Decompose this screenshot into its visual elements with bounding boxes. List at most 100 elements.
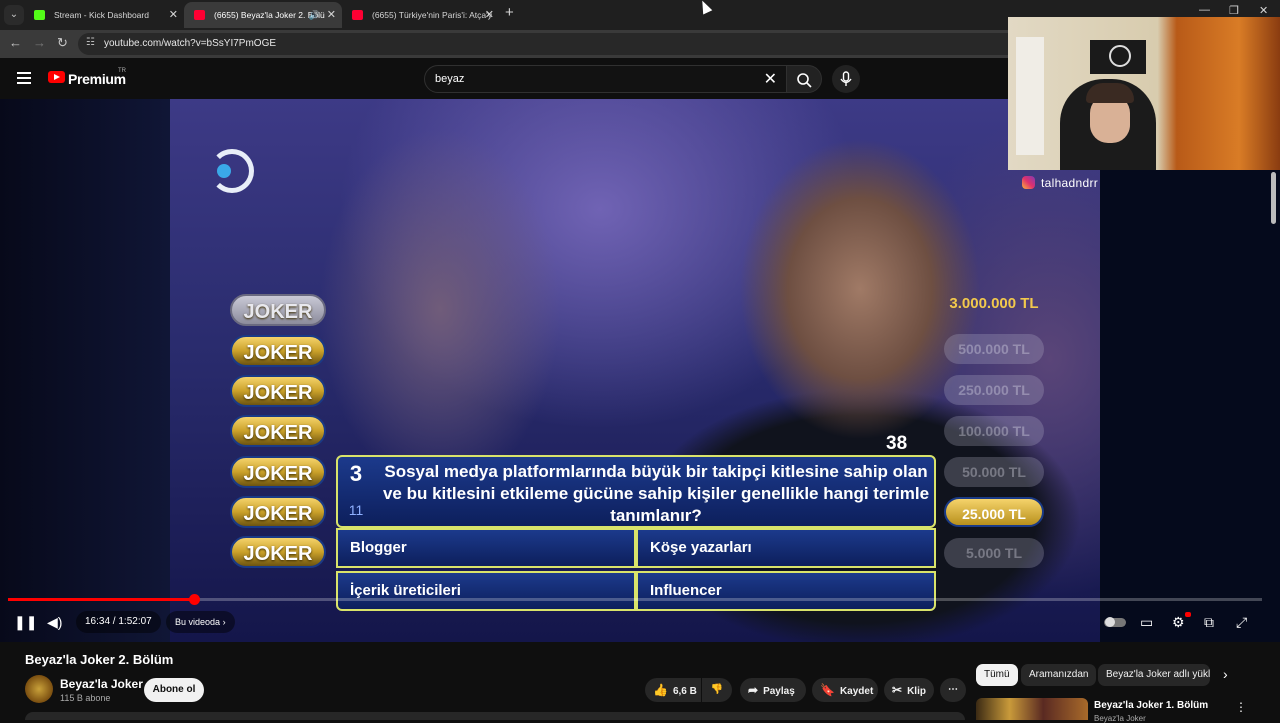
chevron-right-icon: ›	[222, 617, 226, 627]
more-actions-button[interactable]: ⋯	[940, 678, 966, 702]
prize-level-current: 25.000 TL	[944, 497, 1044, 527]
hd-badge	[1185, 612, 1191, 617]
share-icon: ➦	[748, 683, 759, 697]
related-video-thumbnail[interactable]	[976, 698, 1088, 720]
tab-title: (6655) Türkiye'nin Paris'i: Atça'y	[372, 10, 492, 20]
prize-level: 5.000 TL	[944, 538, 1044, 568]
joker-lifeline-used: JOKER	[230, 294, 326, 326]
volume-icon[interactable]: ◀)	[47, 614, 62, 631]
pause-icon[interactable]: ❚❚	[14, 614, 37, 631]
site-info-icon[interactable]: ☷	[86, 37, 95, 48]
url-field[interactable]: ☷ youtube.com/watch?v=bSsYI7PmOGE	[78, 33, 1018, 55]
prize-level-top: 3.000.000 TL	[949, 295, 1039, 312]
joker-lifeline: JOKER	[230, 456, 326, 488]
search-input[interactable]: beyaz ✕	[424, 65, 788, 93]
menu-icon[interactable]	[17, 72, 31, 87]
question-text: Sosyal medya platformlarında büyük bir t…	[382, 462, 930, 525]
save-label: Kaydet	[839, 686, 874, 697]
autoplay-toggle[interactable]	[1104, 617, 1126, 627]
chapters-button[interactable]: Bu videoda ›	[166, 611, 235, 633]
save-button[interactable]: 🔖 Kaydet	[812, 678, 878, 702]
webcam-overlay	[1008, 17, 1280, 170]
fullscreen-icon[interactable]: ⤢	[1236, 614, 1247, 631]
joker-lifeline: JOKER	[230, 415, 326, 447]
like-button[interactable]: 👍 6,6 B	[645, 678, 701, 702]
close-icon[interactable]: ✕	[485, 2, 494, 28]
more-vertical-icon[interactable]: ⋮	[1235, 700, 1247, 714]
more-horizontal-icon: ⋯	[948, 684, 958, 695]
thumbs-down-icon: 👎	[710, 684, 724, 695]
subscribe-button[interactable]: Abone ol	[144, 678, 204, 702]
instagram-icon	[1022, 176, 1035, 189]
share-label: Paylaş	[763, 686, 795, 697]
youtube-logo-icon[interactable]	[48, 71, 65, 83]
search-button[interactable]	[786, 65, 822, 93]
voice-search-button[interactable]	[832, 65, 860, 93]
scissors-icon: ✂	[892, 683, 903, 697]
page-scrollbar[interactable]	[1271, 172, 1276, 224]
audio-playing-icon[interactable]: 🔊	[309, 2, 320, 28]
related-video-channel: Beyaz'la Joker	[1094, 714, 1146, 723]
microphone-icon	[840, 71, 852, 86]
chip-all[interactable]: Tümü	[976, 664, 1018, 686]
player-letterbox-left	[0, 99, 170, 642]
search-query: beyaz	[435, 73, 465, 85]
like-count: 6,6 B	[672, 686, 697, 697]
browser-tab-youtube-active[interactable]: (6655) Beyaz'la Joker 2. Bölü 🔊 ✕	[184, 2, 342, 28]
chip-from-search[interactable]: Aramanızdan	[1021, 664, 1097, 686]
instagram-handle-text: talhadndrr	[1041, 176, 1099, 190]
clip-button[interactable]: ✂ Klip	[884, 678, 934, 702]
channel-name[interactable]: Beyaz'la Joker	[60, 677, 143, 691]
question-number: 3	[349, 461, 363, 486]
share-button[interactable]: ➦ Paylaş	[740, 678, 806, 702]
thumbs-up-icon: 👍	[653, 683, 668, 697]
reload-icon[interactable]: ↻	[57, 35, 68, 51]
answer-b: Köşe yazarları	[636, 528, 936, 568]
close-icon[interactable]: ✕	[169, 2, 178, 28]
kick-icon	[34, 10, 45, 20]
joker-lifeline: JOKER	[230, 335, 326, 367]
answer-c: İçerik üreticileri	[336, 571, 636, 611]
subtitles-icon[interactable]: ▭	[1140, 614, 1153, 631]
subscriber-count: 115 B abone	[60, 693, 111, 703]
description-box[interactable]	[25, 712, 965, 720]
restore-icon[interactable]: ❐	[1229, 4, 1239, 17]
joker-lifeline: JOKER	[230, 536, 326, 568]
tv-channel-logo	[210, 149, 254, 193]
prize-level: 50.000 TL	[944, 457, 1044, 487]
webcam-background-shelf	[1016, 37, 1044, 155]
clip-label: Klip	[907, 686, 926, 697]
answer-d: Influencer	[636, 571, 936, 611]
tab-title: Stream - Kick Dashboard	[54, 10, 149, 20]
url-text: youtube.com/watch?v=bSsYI7PmOGE	[104, 38, 277, 49]
country-code: TR	[118, 68, 126, 74]
back-icon[interactable]: ←	[9, 35, 22, 50]
progress-bar[interactable]	[8, 594, 1262, 605]
new-tab-button[interactable]: +	[505, 4, 514, 21]
channel-avatar[interactable]	[25, 675, 53, 703]
browser-tab-kick[interactable]: Stream - Kick Dashboard ✕	[24, 2, 184, 28]
prize-level: 100.000 TL	[944, 416, 1044, 446]
chevron-right-icon[interactable]: ›	[1223, 666, 1228, 682]
browser-tab-youtube[interactable]: (6655) Türkiye'nin Paris'i: Atça'y ✕	[342, 2, 500, 28]
youtube-icon	[352, 10, 363, 20]
youtube-icon	[194, 10, 205, 20]
miniplayer-icon[interactable]: ⧉	[1204, 614, 1214, 631]
minimize-icon[interactable]: —	[1199, 4, 1210, 16]
clear-search-icon[interactable]: ✕	[764, 69, 777, 89]
dislike-button[interactable]: 👎	[702, 678, 732, 702]
question-total: 11	[348, 502, 364, 518]
related-video-title[interactable]: Beyaz'la Joker 1. Bölüm	[1094, 700, 1208, 711]
video-title: Beyaz'la Joker 2. Bölüm	[25, 652, 174, 667]
webcam-wall-flag	[1090, 40, 1146, 74]
question-box: 3 11 Sosyal medya platformlarında büyük …	[336, 455, 936, 528]
chip-channel-uploads[interactable]: Beyaz'la Joker adlı yükle	[1098, 664, 1210, 686]
tab-search-chevron-icon[interactable]: ⌄	[4, 5, 24, 25]
forward-icon[interactable]: →	[33, 35, 46, 50]
bookmark-icon: 🔖	[820, 683, 835, 697]
scrubber-handle[interactable]	[188, 594, 200, 605]
close-icon[interactable]: ✕	[327, 2, 336, 28]
settings-gear-icon[interactable]: ⚙	[1172, 614, 1185, 631]
instagram-handle: talhadndrr	[1022, 176, 1098, 190]
close-window-icon[interactable]: ✕	[1259, 4, 1268, 17]
